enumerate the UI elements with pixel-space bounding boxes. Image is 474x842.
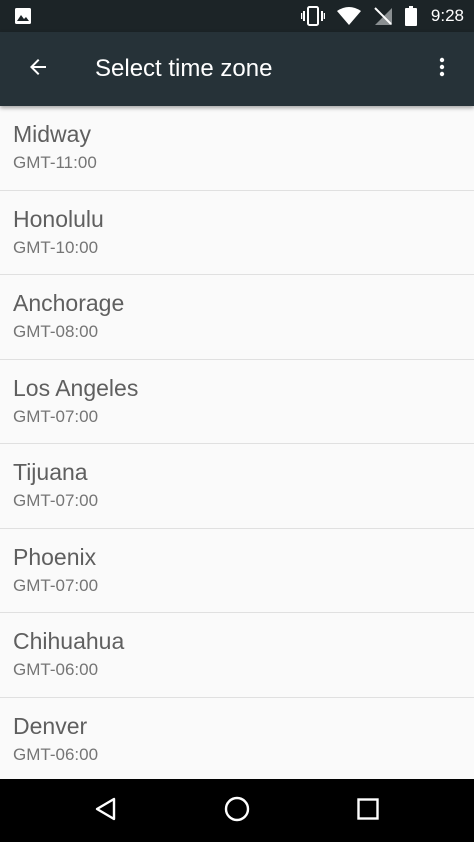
time-zone-offset: GMT-07:00 bbox=[13, 491, 99, 510]
nav-recents-button[interactable] bbox=[338, 787, 398, 835]
status-time: 9:28 bbox=[430, 6, 464, 25]
page-title: Select time zone bbox=[95, 55, 273, 82]
battery-icon bbox=[404, 6, 417, 26]
screen: 9:28 Select time zone Midway GMT-11:00 H… bbox=[0, 0, 474, 842]
back-button[interactable] bbox=[16, 47, 60, 91]
time-zone-name: Chihuahua bbox=[13, 628, 125, 654]
time-zone-offset: GMT-07:00 bbox=[13, 575, 99, 595]
list-item[interactable]: Los Angeles GMT-07:00 bbox=[0, 360, 474, 444]
no-signal-icon bbox=[373, 6, 393, 26]
list-item[interactable]: Denver GMT-06:00 bbox=[0, 698, 474, 780]
time-zone-name: Phoenix bbox=[13, 543, 97, 570]
time-zone-offset: GMT-11:00 bbox=[13, 153, 97, 172]
list-item[interactable]: Chihuahua GMT-06:00 bbox=[0, 613, 474, 698]
status-bar: 9:28 bbox=[0, 0, 474, 32]
wifi-icon bbox=[336, 7, 361, 25]
list-item[interactable]: Midway GMT-11:00 bbox=[0, 106, 474, 191]
list-item[interactable]: Honolulu GMT-10:00 bbox=[0, 191, 474, 275]
nav-home-button[interactable] bbox=[207, 787, 267, 835]
time-zone-offset: GMT-08:00 bbox=[13, 322, 99, 341]
image-icon bbox=[14, 7, 32, 25]
status-icons: 9:28 bbox=[289, 0, 464, 32]
time-zone-offset: GMT-06:00 bbox=[13, 660, 99, 679]
time-zone-list[interactable]: Midway GMT-11:00 Honolulu GMT-10:00 Anch… bbox=[0, 106, 474, 779]
more-vert-icon bbox=[430, 55, 454, 84]
overflow-menu-button[interactable] bbox=[420, 47, 464, 91]
list-item[interactable]: Tijuana GMT-07:00 bbox=[0, 444, 474, 529]
home-circle-icon bbox=[223, 795, 251, 828]
time-zone-offset: GMT-10:00 bbox=[13, 237, 99, 257]
app-toolbar: Select time zone bbox=[0, 32, 474, 106]
recents-square-icon bbox=[356, 797, 380, 826]
nav-back-button[interactable] bbox=[76, 787, 136, 835]
time-zone-name: Anchorage bbox=[13, 290, 125, 316]
time-zone-offset: GMT-06:00 bbox=[13, 744, 99, 764]
back-triangle-icon bbox=[93, 796, 119, 827]
vibrate-icon bbox=[300, 6, 325, 26]
time-zone-name: Tijuana bbox=[13, 459, 88, 485]
time-zone-offset: GMT-07:00 bbox=[13, 406, 99, 426]
time-zone-name: Honolulu bbox=[13, 205, 104, 232]
time-zone-name: Denver bbox=[13, 712, 88, 739]
list-item[interactable]: Phoenix GMT-07:00 bbox=[0, 529, 474, 613]
time-zone-name: Midway bbox=[13, 121, 91, 147]
time-zone-name: Los Angeles bbox=[13, 374, 139, 401]
arrow-back-icon bbox=[26, 55, 50, 84]
list-item[interactable]: Anchorage GMT-08:00 bbox=[0, 275, 474, 360]
system-nav-bar bbox=[0, 779, 474, 842]
